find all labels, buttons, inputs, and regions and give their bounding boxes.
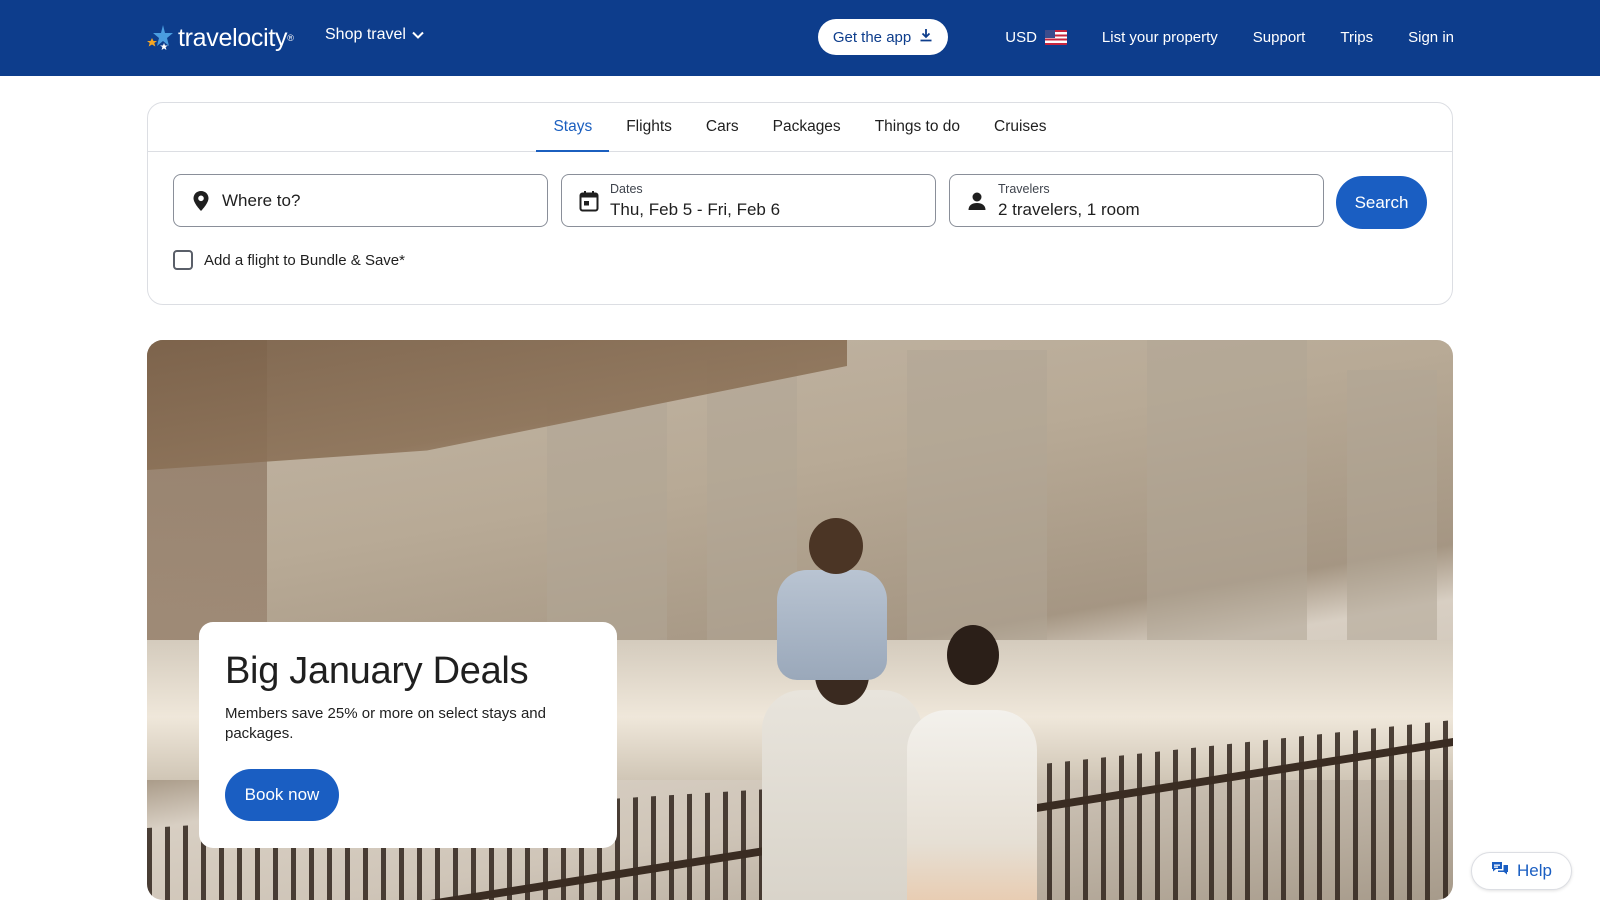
- woman-head: [947, 625, 999, 685]
- help-label: Help: [1517, 861, 1552, 880]
- promo-description: Members save 25% or more on select stays…: [225, 705, 546, 742]
- tab-packages[interactable]: Packages: [756, 103, 858, 151]
- travelocity-logo[interactable]: travelocity ®: [146, 20, 294, 56]
- child-figure: [777, 570, 887, 680]
- dates-value: Thu, Feb 5 - Fri, Feb 6: [610, 200, 781, 219]
- destination-placeholder: Where to?: [222, 191, 301, 210]
- tab-things-to-do[interactable]: Things to do: [858, 103, 977, 151]
- tab-cars[interactable]: Cars: [689, 103, 756, 151]
- get-app-label: Get the app: [832, 28, 912, 46]
- support-link[interactable]: Support: [1253, 29, 1306, 46]
- travelers-field[interactable]: Travelers 2 travelers, 1 room: [949, 174, 1324, 227]
- help-button[interactable]: Help: [1471, 852, 1572, 890]
- logo-text: travelocity: [178, 23, 288, 52]
- travelers-label: Travelers: [998, 182, 1050, 196]
- currency-selector[interactable]: USD: [1005, 29, 1067, 46]
- child-head: [809, 518, 863, 574]
- bundle-label: Add a flight to Bundle & Save*: [204, 251, 405, 269]
- book-now-button[interactable]: Book now: [225, 769, 339, 821]
- chevron-down-icon: [412, 26, 424, 44]
- background-building: [1347, 370, 1437, 650]
- promo-title: Big January Deals: [225, 650, 529, 692]
- logo-star-icon: [146, 23, 176, 53]
- travelers-value: 2 travelers, 1 room: [998, 200, 1140, 219]
- person-icon: [966, 189, 988, 213]
- man-figure: [762, 690, 922, 900]
- header-nav: Get the app USD List your property Suppo…: [817, 19, 1454, 55]
- search-button[interactable]: Search: [1336, 176, 1427, 229]
- bundle-flight-option[interactable]: Add a flight to Bundle & Save*: [173, 250, 405, 270]
- promo-card: Big January Deals Members save 25% or mo…: [199, 622, 617, 848]
- calendar-icon: [578, 189, 600, 213]
- download-icon: [919, 28, 933, 46]
- logo-trademark: ®: [287, 33, 294, 43]
- currency-label: USD: [1005, 28, 1037, 46]
- map-pin-icon: [190, 189, 212, 213]
- tab-cruises[interactable]: Cruises: [977, 103, 1064, 151]
- us-flag-icon: [1044, 29, 1067, 45]
- chat-icon: [1491, 861, 1509, 882]
- search-tabs: Stays Flights Cars Packages Things to do…: [148, 103, 1452, 152]
- get-the-app-button[interactable]: Get the app: [817, 19, 949, 55]
- sign-in-link[interactable]: Sign in: [1408, 29, 1454, 46]
- woman-figure: [907, 710, 1037, 900]
- background-building: [907, 350, 1047, 650]
- bundle-checkbox[interactable]: [173, 250, 193, 270]
- trips-link[interactable]: Trips: [1340, 29, 1373, 46]
- tab-flights[interactable]: Flights: [609, 103, 689, 151]
- shop-travel-menu[interactable]: Shop travel: [325, 26, 424, 44]
- list-property-link[interactable]: List your property: [1102, 29, 1218, 46]
- shop-travel-label: Shop travel: [325, 26, 406, 43]
- dates-label: Dates: [610, 182, 643, 196]
- top-header: travelocity ® Shop travel Get the app USD…: [0, 0, 1600, 76]
- destination-field[interactable]: Where to?: [173, 174, 548, 227]
- dates-field[interactable]: Dates Thu, Feb 5 - Fri, Feb 6: [561, 174, 936, 227]
- background-building: [1147, 340, 1307, 650]
- tab-stays[interactable]: Stays: [536, 103, 609, 152]
- background-building: [547, 400, 667, 660]
